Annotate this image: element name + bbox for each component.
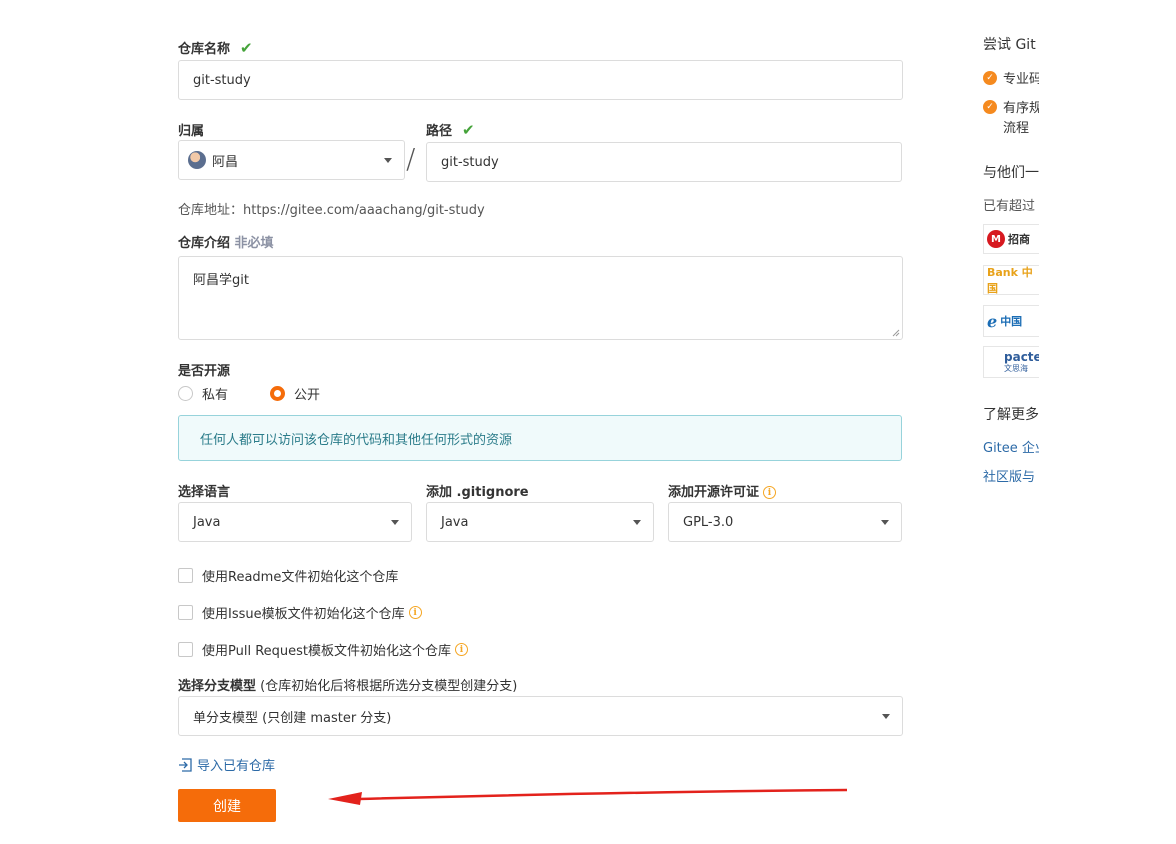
description-label-text: 仓库介绍 [178,236,231,251]
sidebar-link-enterprise[interactable]: Gitee 企业 [983,437,1039,456]
branch-model-label-text: 选择分支模型 [178,679,257,694]
sidebar-learn-more: 了解更多 [983,407,1039,423]
chevron-down-icon [391,519,399,525]
repo-name-label: 仓库名称 ✔ [178,38,253,57]
repo-url: 仓库地址：https://gitee.com/aaachang/git-stud… [178,199,485,218]
info-icon[interactable]: i [455,643,469,656]
logo-telecom: ℯ 中国 [983,305,1039,337]
gitignore-select[interactable]: Java [426,502,654,542]
description-textarea[interactable]: 阿昌学git [178,256,903,340]
logo-bank-text: Bank 中国 [987,266,1033,295]
owner-select[interactable]: 阿昌 [178,140,405,180]
description-value: 阿昌学git [193,273,249,288]
chevron-down-icon [881,519,889,525]
logo-bank: Bank 中国 [983,265,1039,295]
sidebar-link-community[interactable]: 社区版与 [983,466,1039,485]
init-issue-label: 使用Issue模板文件初始化这个仓库 [202,607,405,622]
create-button[interactable]: 创建 [178,789,276,822]
branch-model-label: 选择分支模型 (仓库初始化后将根据所选分支模型创建分支) [178,675,517,694]
path-label-text: 路径 [426,124,453,139]
chevron-down-icon [633,519,641,525]
logo-pactera-subtext: 文思海 [1004,363,1028,373]
sidebar-feature-1: ✓ 专业码 [983,68,1039,87]
sidebar-feature-1-text: 专业码 [1003,72,1039,87]
logo-cmb-text: 招商 [1008,233,1030,246]
language-select[interactable]: Java [178,502,412,542]
sidebar-already-text: 已有超过 [983,199,1036,214]
import-icon [179,757,192,772]
sidebar-feature-2-cont: 流程 [1003,121,1030,136]
chevron-down-icon [882,713,890,719]
check-icon: ✔ [462,121,475,139]
annotation-arrow-icon [328,788,848,805]
path-value: git-study [441,154,499,170]
repo-url-value: https://gitee.com/aaachang/git-study [243,203,485,218]
init-pr-option[interactable]: 使用Pull Request模板文件初始化这个仓库 i [178,640,469,659]
init-issue-option[interactable]: 使用Issue模板文件初始化这个仓库 i [178,603,422,622]
repo-name-value: git-study [193,72,251,88]
logo-pactera: pacte 文思海 [983,346,1039,378]
init-readme-label: 使用Readme文件初始化这个仓库 [202,570,399,585]
radio-public-circle[interactable] [270,386,285,401]
path-label: 路径 ✔ [426,120,475,139]
optional-hint: 非必填 [234,236,274,251]
create-button-label: 创建 [213,798,241,815]
init-readme-checkbox[interactable] [178,568,193,583]
logo-cmb: M 招商 [983,224,1039,254]
chevron-down-icon [384,157,392,163]
public-notice-text: 任何人都可以访问该仓库的代码和其他任何形式的资源 [200,432,513,448]
telecom-logo-icon: ℯ [987,311,998,331]
repo-name-input[interactable]: git-study [178,60,903,100]
opensource-label: 是否开源 [178,364,231,379]
radio-public-label: 公开 [294,388,321,403]
init-readme-option[interactable]: 使用Readme文件初始化这个仓库 [178,566,398,585]
owner-label: 归属 [178,124,205,139]
branch-model-value: 单分支模型 (只创建 master 分支) [193,710,392,726]
init-pr-label: 使用Pull Request模板文件初始化这个仓库 [202,644,452,659]
check-icon: ✔ [240,39,253,57]
init-pr-checkbox[interactable] [178,642,193,657]
license-label: 添加开源许可证 i [668,481,777,500]
repo-name-label-text: 仓库名称 [178,42,231,57]
radio-private[interactable]: 私有 [178,384,228,403]
info-icon[interactable]: i [408,606,422,619]
logo-telecom-text: 中国 [1000,315,1023,328]
init-issue-checkbox[interactable] [178,605,193,620]
owner-value: 阿昌 [212,154,239,170]
radio-public[interactable]: 公开 [270,384,320,403]
check-circle-icon: ✓ [983,70,997,85]
gitignore-value: Java [441,514,469,530]
license-select[interactable]: GPL-3.0 [668,502,902,542]
sidebar-feature-2-text: 有序规 [1003,101,1039,116]
resize-handle-icon[interactable] [892,329,900,337]
license-value: GPL-3.0 [683,514,734,530]
description-label: 仓库介绍 非必填 [178,232,274,251]
public-notice: 任何人都可以访问该仓库的代码和其他任何形式的资源 [178,415,902,461]
language-label: 选择语言 [178,485,231,500]
import-repo-label: 导入已有仓库 [197,759,276,774]
branch-model-select[interactable]: 单分支模型 (只创建 master 分支) [178,696,903,736]
logo-pactera-text: pacte [1004,349,1039,364]
path-separator: / [406,142,416,175]
language-value: Java [193,514,221,530]
license-label-text: 添加开源许可证 [668,485,760,500]
avatar [188,151,206,169]
sidebar-feature-2: ✓ 有序规 [983,97,1039,116]
sidebar: 尝试 Git ✓ 专业码 ✓ 有序规 流程 与他们一 已有超过 M 招商 Ban… [983,0,1039,520]
sidebar-try-title: 尝试 Git [983,37,1036,53]
info-icon[interactable]: i [763,486,777,499]
radio-private-circle[interactable] [178,386,193,401]
cmb-logo-icon: M [987,230,1005,248]
check-circle-icon: ✓ [983,99,997,114]
import-repo-link[interactable]: 导入已有仓库 [178,755,275,774]
repo-url-prefix: 仓库地址： [178,203,244,218]
radio-private-label: 私有 [202,388,229,403]
path-input[interactable]: git-study [426,142,902,182]
sidebar-join-title: 与他们一 [983,165,1039,181]
gitignore-label: 添加 .gitignore [426,485,529,500]
branch-model-hint: (仓库初始化后将根据所选分支模型创建分支) [260,679,518,694]
